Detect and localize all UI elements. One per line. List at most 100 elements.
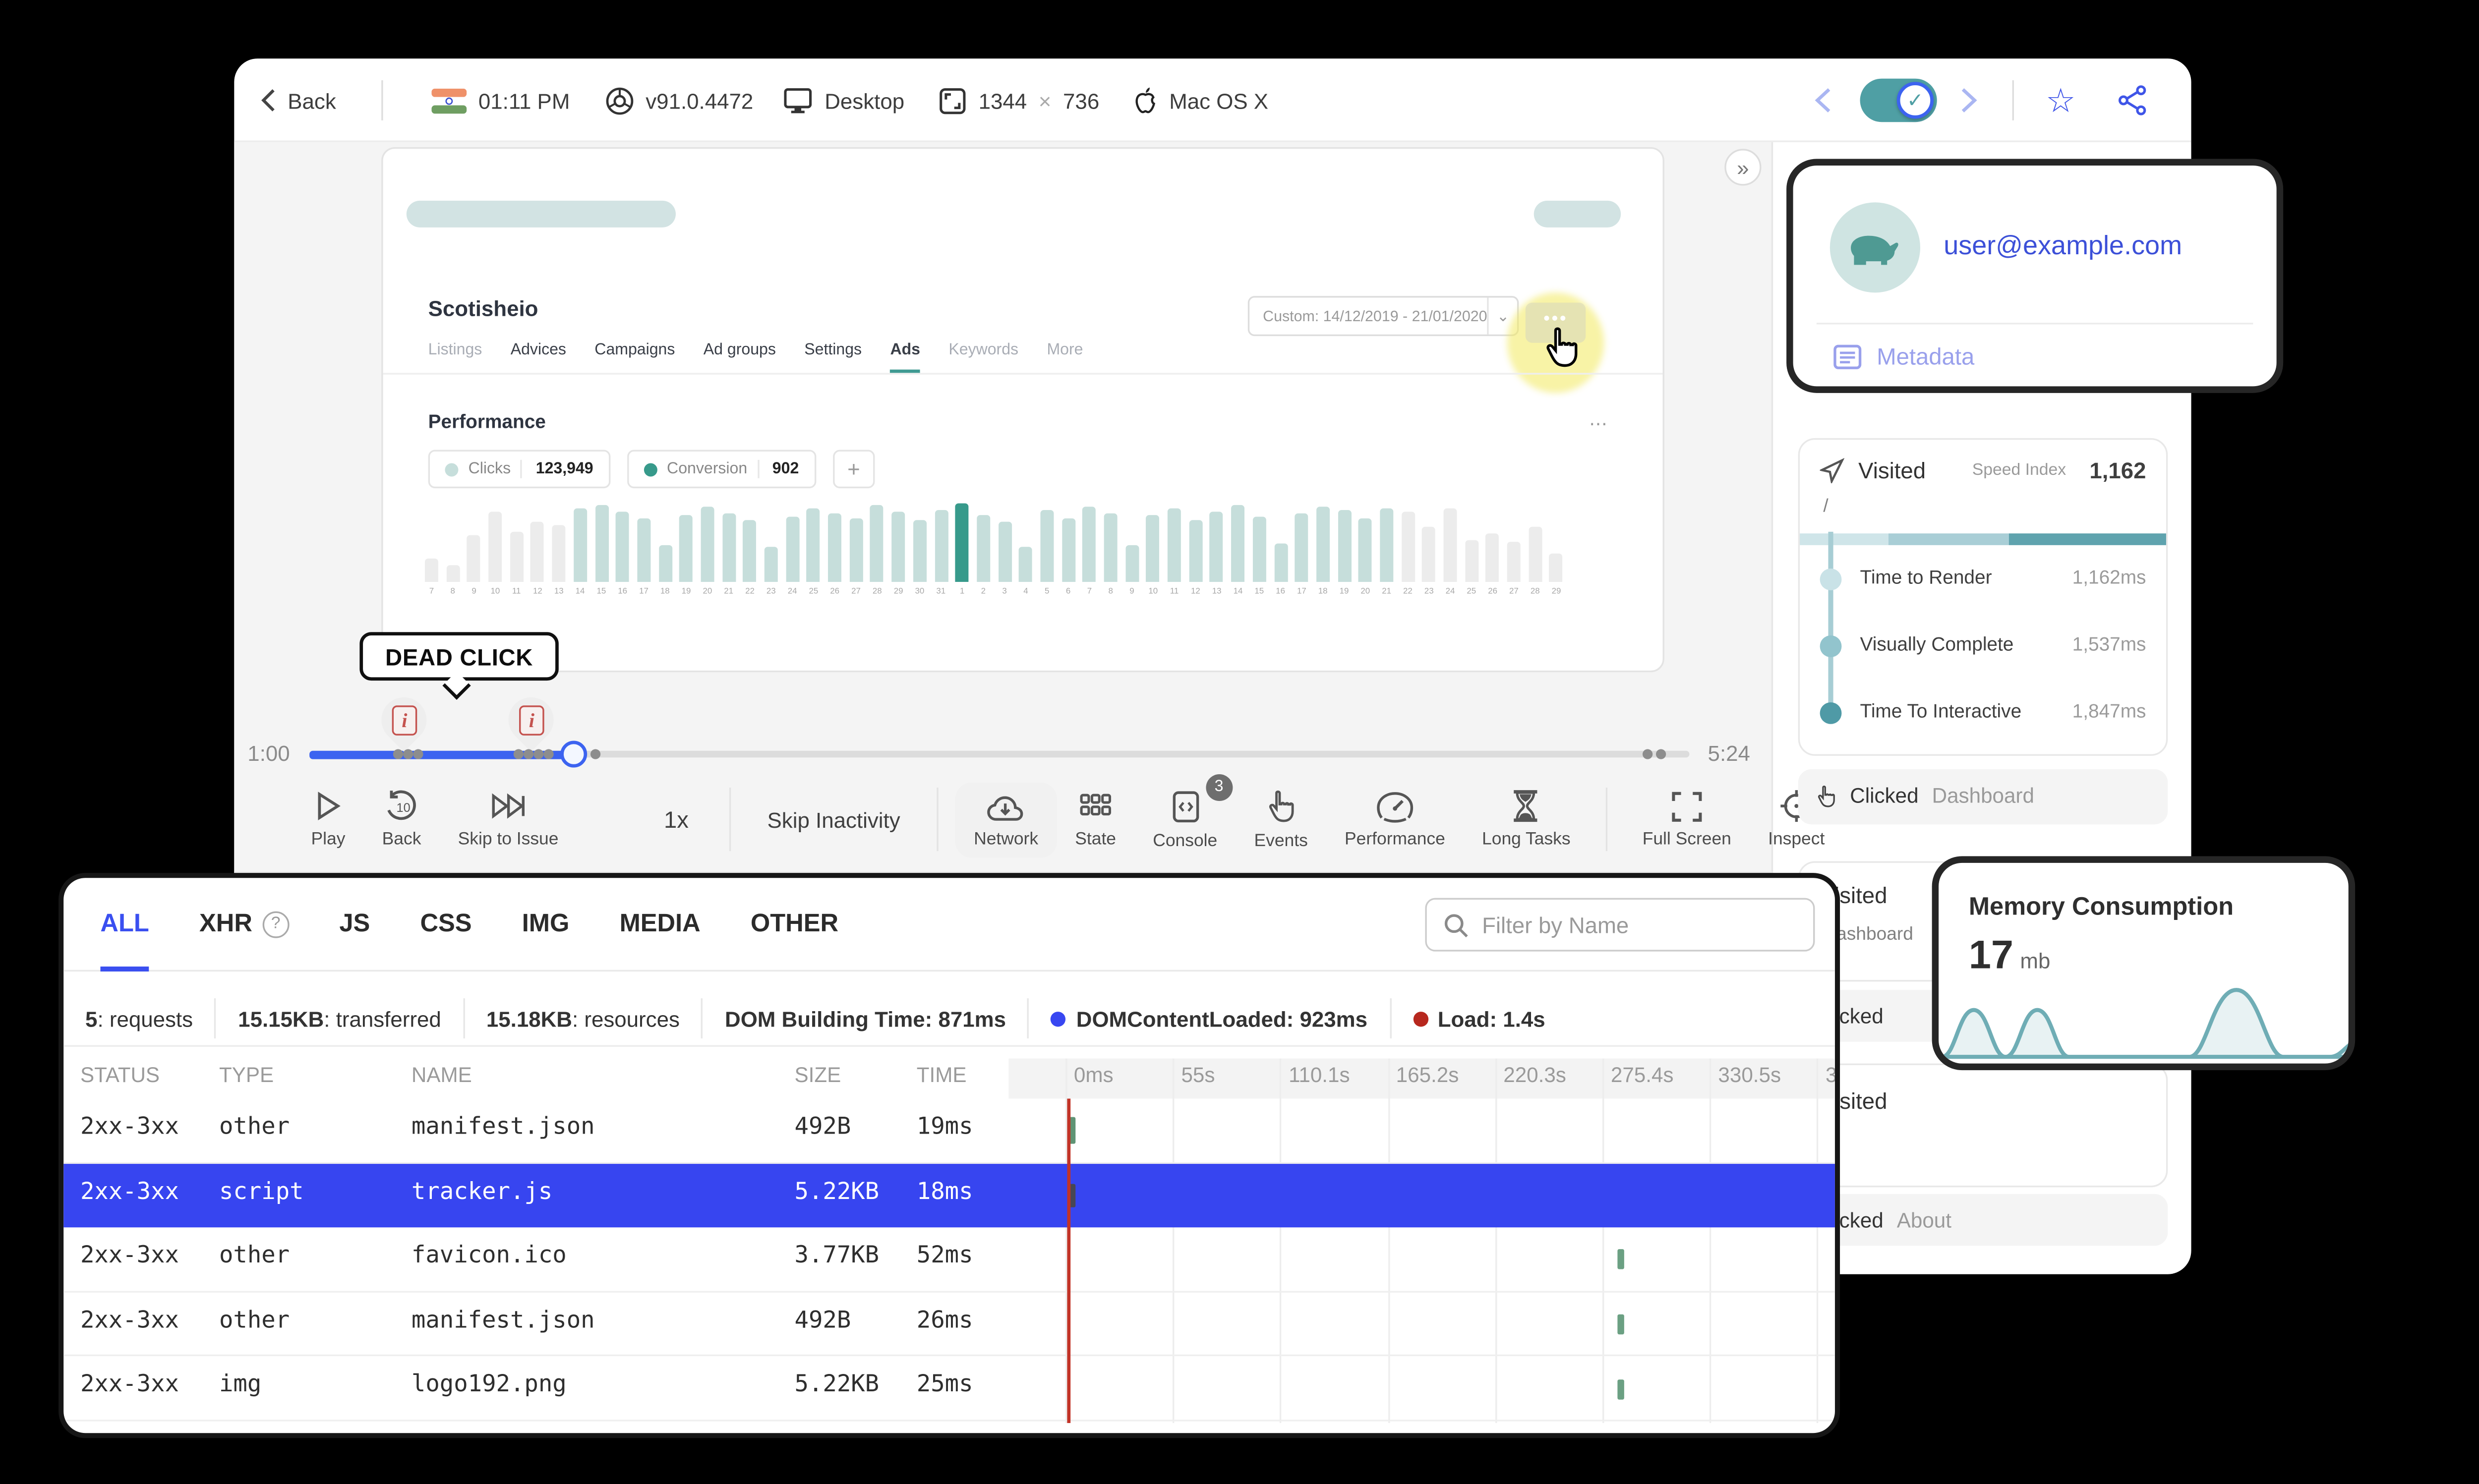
- network-tab-xhr[interactable]: XHR?: [199, 878, 290, 970]
- chart-bar: 10: [488, 512, 502, 597]
- section-menu-icon[interactable]: ⋯: [1589, 413, 1609, 435]
- add-metric-button[interactable]: +: [832, 450, 876, 489]
- milestone-dot: [1820, 634, 1842, 657]
- events-panel-button[interactable]: Events: [1236, 780, 1326, 859]
- network-request-row[interactable]: 2xx-3xx other manifest.json 492B 19ms: [63, 1099, 1835, 1163]
- play-icon: [313, 789, 344, 822]
- timeline-event-dot[interactable]: [403, 749, 413, 759]
- site-tab-keywords[interactable]: Keywords: [948, 341, 1018, 373]
- site-tab-settings[interactable]: Settings: [804, 341, 862, 373]
- timeline-event-dot[interactable]: [413, 749, 423, 759]
- metric-chip-clicks[interactable]: Clicks 123,949: [428, 450, 610, 489]
- site-tab-listings[interactable]: Listings: [428, 341, 482, 373]
- performance-panel-button[interactable]: Performance: [1326, 782, 1464, 857]
- column-header[interactable]: SIZE: [795, 1064, 841, 1087]
- card-divider: [1816, 323, 2253, 325]
- site-tab-advices[interactable]: Advices: [511, 341, 566, 373]
- network-request-row[interactable]: 2xx-3xx script tracker.js 5.22KB 18ms: [63, 1163, 1835, 1228]
- cell-time: 18ms: [916, 1178, 973, 1205]
- site-tab-campaigns[interactable]: Campaigns: [594, 341, 675, 373]
- user-card: user@example.com Metadata: [1786, 159, 2284, 393]
- replayed-site-frame: Scotisheio Custom: 14/12/2019 - 21/01/20…: [381, 147, 1664, 673]
- chart-bar: 21: [1380, 508, 1394, 597]
- filter-field[interactable]: [1425, 898, 1815, 952]
- console-panel-button[interactable]: Console 3: [1134, 773, 1236, 859]
- metadata-button[interactable]: Metadata: [1833, 343, 1974, 370]
- timeline-total-time: 5:24: [1708, 741, 1750, 766]
- timeline-event-dot[interactable]: [533, 749, 544, 759]
- skip-to-issue-button[interactable]: Skip to Issue: [440, 781, 577, 858]
- network-tab-all[interactable]: ALL: [100, 878, 149, 970]
- date-range-select[interactable]: Custom: 14/12/2019 - 21/01/2020 ⌄: [1247, 296, 1519, 337]
- network-tab-js[interactable]: JS: [339, 878, 370, 970]
- prev-session-button[interactable]: [1815, 58, 1831, 142]
- collapse-panel-button[interactable]: »: [1724, 149, 1762, 186]
- network-panel-button[interactable]: Network: [955, 782, 1057, 857]
- svg-text:10: 10: [397, 801, 411, 815]
- share-button[interactable]: [2118, 58, 2148, 142]
- chart-bar: 10: [1146, 515, 1160, 597]
- chrome-icon: [605, 86, 634, 114]
- fullscreen-icon: [1671, 790, 1703, 822]
- next-session-button[interactable]: [1960, 58, 1977, 142]
- column-header[interactable]: TYPE: [219, 1064, 274, 1087]
- pointer-cursor-icon: [1540, 326, 1581, 370]
- back-button[interactable]: Back: [261, 58, 336, 142]
- timeline-event-dot[interactable]: [393, 749, 404, 759]
- waterfall-tick-label: 165.2s: [1396, 1063, 1459, 1087]
- event-target: Dashboard: [1932, 784, 2034, 808]
- back-10s-button[interactable]: 10 Back: [364, 781, 440, 858]
- viewport-resolution: 1344 × 736: [939, 58, 1099, 142]
- player-controls: Play 10 Back Skip to Issue 1x Skip Inact…: [293, 773, 1843, 859]
- timeline-event-dot[interactable]: [590, 749, 601, 759]
- network-request-row[interactable]: 2xx-3xx other manifest.json 492B 26ms: [63, 1292, 1835, 1357]
- timeline-event-dot[interactable]: [1655, 749, 1666, 759]
- column-header[interactable]: TIME: [917, 1064, 967, 1087]
- help-icon[interactable]: ?: [262, 910, 290, 937]
- timeline-slider-handle[interactable]: [560, 741, 588, 768]
- chart-bar: 11: [1168, 508, 1181, 597]
- clicked-event-card[interactable]: Clicked Dashboard: [1798, 769, 2168, 825]
- playback-speed-button[interactable]: 1x: [641, 806, 712, 833]
- site-tab-more[interactable]: More: [1047, 341, 1083, 373]
- favorite-button[interactable]: ☆: [2046, 58, 2076, 142]
- column-header[interactable]: STATUS: [80, 1064, 160, 1087]
- network-tab-img[interactable]: IMG: [522, 878, 570, 970]
- full-screen-button[interactable]: Full Screen: [1624, 782, 1750, 857]
- filter-by-name-input[interactable]: [1482, 912, 1767, 937]
- waterfall-bar: [1617, 1314, 1625, 1335]
- visited-event-card[interactable]: Visited: [1798, 1063, 2168, 1188]
- column-header[interactable]: NAME: [412, 1064, 472, 1087]
- metric-chip-conversion[interactable]: Conversion 902: [627, 450, 816, 489]
- autoplay-toggle[interactable]: ✓: [1860, 78, 1937, 122]
- play-button[interactable]: Play: [293, 781, 363, 858]
- cell-status: 2xx-3xx: [80, 1113, 179, 1141]
- timeline-event-dot[interactable]: [1642, 749, 1653, 759]
- timeline-event-dot[interactable]: [523, 749, 534, 759]
- replay-viewport: » Scotisheio Custom: 14/12/2019 - 21/01/…: [234, 142, 1773, 873]
- user-email[interactable]: user@example.com: [1944, 232, 2182, 263]
- progress-segment: [2008, 533, 2166, 545]
- network-tab-media[interactable]: MEDIA: [620, 878, 701, 970]
- long-tasks-panel-button[interactable]: Long Tasks: [1464, 781, 1589, 858]
- milestone-label: Visually Complete: [1860, 635, 2014, 656]
- network-request-row[interactable]: 2xx-3xx img logo192.png 5.22KB 25ms: [63, 1357, 1835, 1422]
- network-tab-other[interactable]: OTHER: [751, 878, 838, 970]
- controls-divider: [728, 788, 731, 852]
- visited-event-card[interactable]: Visited Speed Index 1,162 / Time to Rend…: [1798, 438, 2168, 756]
- chart-bar: 20: [1358, 518, 1372, 597]
- clicked-event-card[interactable]: Clicked About: [1798, 1194, 2168, 1246]
- hand-pointer-icon: [1815, 784, 1836, 809]
- skip-inactivity-button[interactable]: Skip Inactivity: [747, 807, 920, 832]
- network-request-row[interactable]: 2xx-3xx other favicon.ico 3.77KB 52ms: [63, 1228, 1835, 1293]
- timeline-event-dot[interactable]: [543, 749, 554, 759]
- chart-bar: 19: [679, 515, 693, 597]
- timeline-event-dot[interactable]: [513, 749, 524, 759]
- chart-bar: 25: [807, 508, 821, 597]
- site-tab-ads[interactable]: Ads: [890, 341, 921, 373]
- state-panel-button[interactable]: State: [1057, 782, 1134, 857]
- network-summary-stats: 5: requests 15.15KB: transferred 15.18KB: …: [63, 992, 1835, 1047]
- chevron-left-icon: [261, 89, 276, 112]
- network-tab-css[interactable]: CSS: [420, 878, 472, 970]
- site-tab-ad-groups[interactable]: Ad groups: [704, 341, 776, 373]
